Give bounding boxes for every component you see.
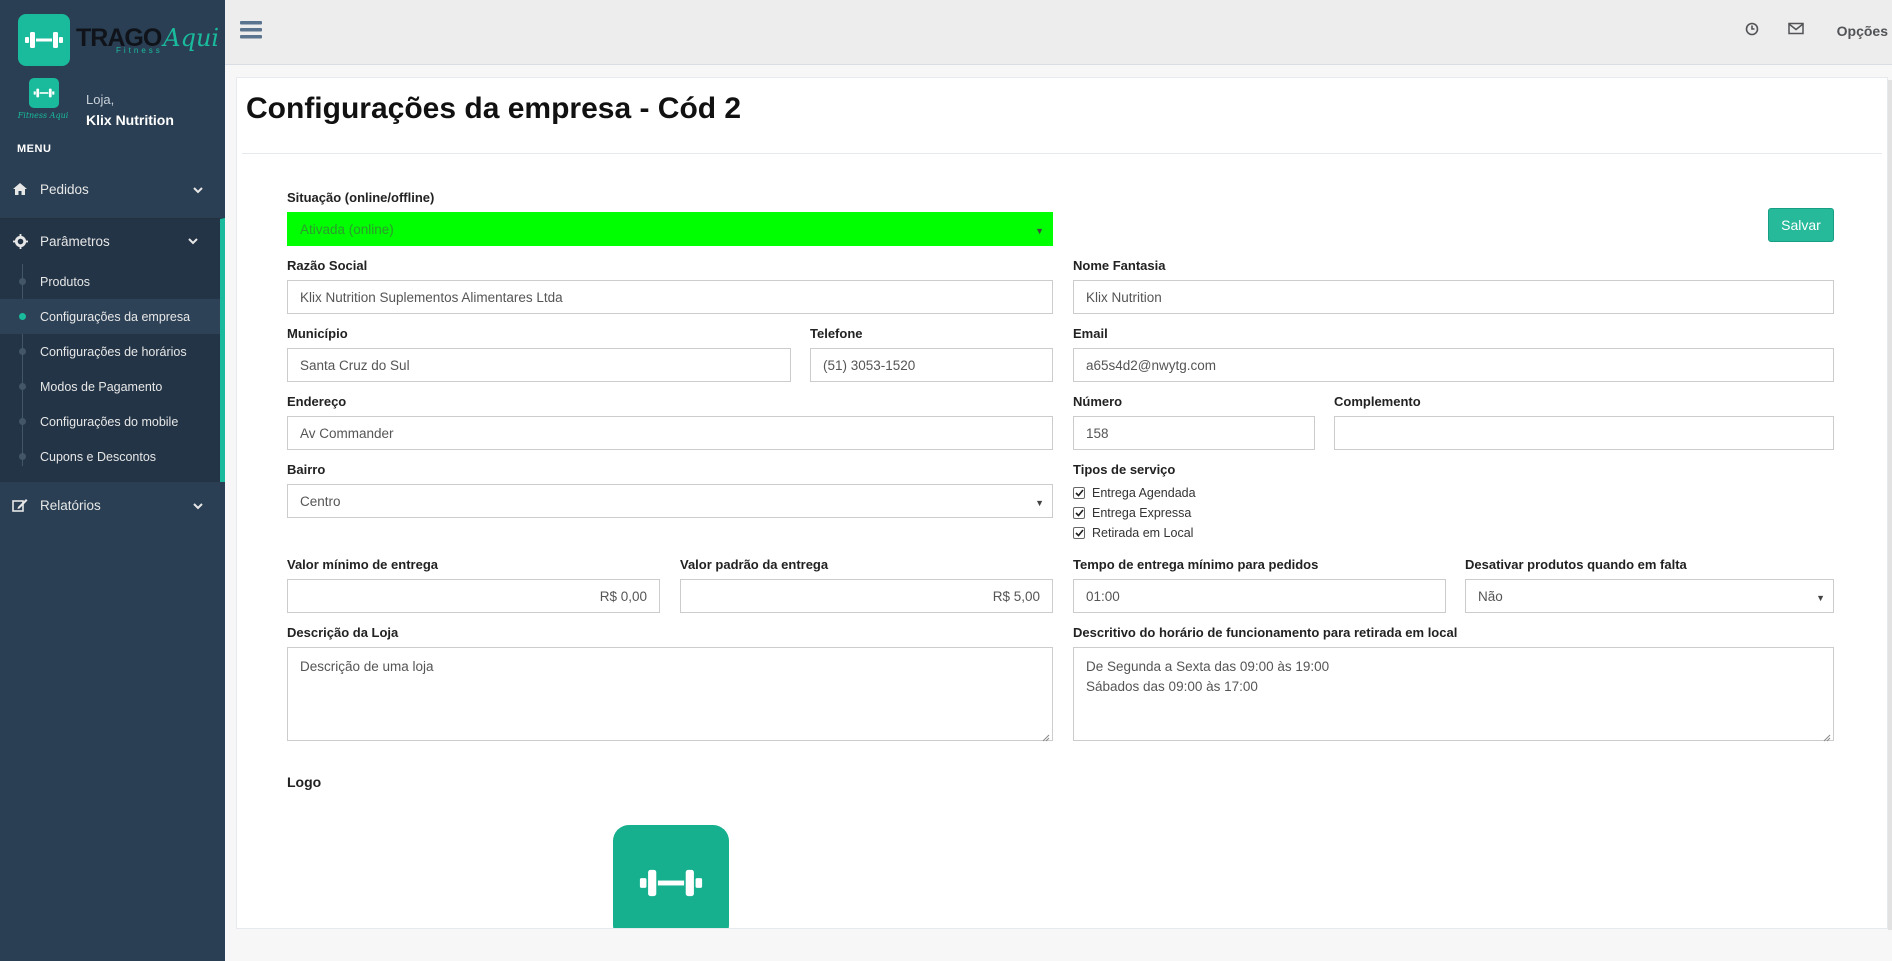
razao-social-field[interactable]: Klix Nutrition Suplementos Alimentares L… <box>287 280 1053 314</box>
avatar: Fitness Aqui <box>12 78 74 132</box>
descricao-loja-textarea[interactable]: Descrição de uma loja <box>287 647 1053 742</box>
desativar-produtos-select[interactable]: Não ▼ <box>1465 579 1834 613</box>
complemento-label: Complemento <box>1334 394 1421 409</box>
checkbox-label: Entrega Expressa <box>1092 506 1192 520</box>
envelope-icon[interactable] <box>1788 22 1804 38</box>
top-bar: Opções <box>225 0 1892 65</box>
sidebar-subitem-modos-pagamento[interactable]: Modos de Pagamento <box>0 369 220 404</box>
descritivo-horario-line: Sábados das 09:00 às 17:00 <box>1086 679 1258 694</box>
sidebar-subitem-cupons-descontos[interactable]: Cupons e Descontos <box>0 439 220 474</box>
situacao-select[interactable]: Ativada (online) ▼ <box>287 212 1053 246</box>
descritivo-horario-textarea[interactable]: De Segunda a Sexta das 09:00 às 19:00 Sá… <box>1073 647 1834 742</box>
endereco-field[interactable]: Av Commander <box>287 416 1053 450</box>
sidebar-group-parametros: Parâmetros Produtos Configurações da emp… <box>0 218 225 482</box>
main-panel: Configurações da empresa - Cód 2 Situaçã… <box>236 77 1888 929</box>
sidebar-subitem-configuracoes-mobile[interactable]: Configurações do mobile <box>0 404 220 439</box>
telefone-label: Telefone <box>810 326 863 341</box>
sidebar-subitem-configuracoes-empresa[interactable]: Configurações da empresa <box>0 299 220 334</box>
complemento-field[interactable] <box>1334 416 1834 450</box>
scrollbar[interactable] <box>1888 80 1892 930</box>
logo-label: Logo <box>287 774 322 790</box>
dumbbell-icon <box>18 14 70 66</box>
nome-fantasia-field[interactable]: Klix Nutrition <box>1073 280 1834 314</box>
checkbox-label: Retirada em Local <box>1092 526 1194 540</box>
avatar-caption: Fitness Aqui <box>17 111 69 120</box>
tempo-entrega-field[interactable]: 01:00 <box>1073 579 1446 613</box>
checkbox-checked-icon[interactable] <box>1073 507 1085 519</box>
edit-icon <box>10 497 30 513</box>
valor-padrao-field[interactable]: R$ 5,00 <box>680 579 1053 613</box>
brand-script: Aqui <box>163 23 220 52</box>
side-nav: Pedidos Parâmetros Produtos Configuraçõe… <box>0 168 225 526</box>
municipio-label: Município <box>287 326 348 341</box>
checkbox-checked-icon[interactable] <box>1073 487 1085 499</box>
brand-logo[interactable]: TRAGOAqui Fitness <box>18 14 219 66</box>
bairro-select[interactable]: Centro ▼ <box>287 484 1053 518</box>
caret-down-icon: ▼ <box>1035 226 1044 236</box>
menu-toggle-icon[interactable] <box>240 20 262 43</box>
checkbox-entrega-agendada[interactable]: Entrega Agendada <box>1073 484 1196 502</box>
descricao-loja-label: Descrição da Loja <box>287 625 399 640</box>
home-icon <box>10 181 30 197</box>
valor-padrao-label: Valor padrão da entrega <box>680 557 829 572</box>
email-label: Email <box>1073 326 1108 341</box>
sidebar-item-parametros[interactable]: Parâmetros <box>0 219 220 264</box>
numero-field[interactable]: 158 <box>1073 416 1315 450</box>
checkbox-label: Entrega Agendada <box>1092 486 1196 500</box>
desativar-produtos-label: Desativar produtos quando em falta <box>1465 557 1687 572</box>
municipio-field[interactable]: Santa Cruz do Sul <box>287 348 791 382</box>
page-title: Configurações da empresa - Cód 2 <box>246 92 742 125</box>
valor-minimo-label: Valor mínimo de entrega <box>287 557 438 572</box>
sidebar-item-label: Parâmetros <box>40 234 110 249</box>
checkbox-checked-icon[interactable] <box>1073 527 1085 539</box>
save-button[interactable]: Salvar <box>1768 208 1834 242</box>
checkbox-retirada-local[interactable]: Retirada em Local <box>1073 524 1193 542</box>
tipos-servico-label: Tipos de serviço <box>1073 462 1176 477</box>
chevron-down-icon <box>193 498 203 513</box>
sidebar-item-relatorios[interactable]: Relatórios <box>0 484 225 526</box>
profile-name: Klix Nutrition <box>86 112 174 128</box>
tempo-entrega-label: Tempo de entrega mínimo para pedidos <box>1073 557 1319 572</box>
sidebar-item-label: Pedidos <box>40 181 89 197</box>
email-field[interactable]: a65s4d2@nwytg.com <box>1073 348 1834 382</box>
situacao-value: Ativada (online) <box>300 221 394 237</box>
descricao-loja-value: Descrição de uma loja <box>300 659 434 674</box>
resize-handle-icon[interactable] <box>1821 728 1831 742</box>
divider <box>242 153 1882 154</box>
menu-title: MENU <box>17 143 52 155</box>
bairro-value: Centro <box>300 493 341 509</box>
store-logo-image[interactable] <box>613 825 729 928</box>
profile-greeting: Loja, <box>86 92 115 107</box>
situacao-label: Situação (online/offline) <box>287 190 435 205</box>
checkbox-entrega-expressa[interactable]: Entrega Expressa <box>1073 504 1191 522</box>
sidebar-subitem-configuracoes-horarios[interactable]: Configurações de horários <box>0 334 220 369</box>
profile: Fitness Aqui Loja, Klix Nutrition <box>12 78 174 132</box>
chevron-down-icon <box>188 233 198 248</box>
nome-fantasia-label: Nome Fantasia <box>1073 258 1166 273</box>
razao-social-label: Razão Social <box>287 258 368 273</box>
sidebar-subitem-produtos[interactable]: Produtos <box>0 264 220 299</box>
dumbbell-icon <box>29 78 59 108</box>
sidebar: TRAGOAqui Fitness Fitness Aqui Loja, Kli… <box>0 0 225 961</box>
sub-menu-parametros: Produtos Configurações da empresa Config… <box>0 264 220 482</box>
bairro-label: Bairro <box>287 462 326 477</box>
gear-icon <box>10 234 30 250</box>
caret-down-icon: ▼ <box>1816 593 1825 603</box>
options-menu[interactable]: Opções <box>1837 23 1888 39</box>
page-footer-area <box>225 929 1892 961</box>
valor-minimo-field[interactable]: R$ 0,00 <box>287 579 660 613</box>
numero-label: Número <box>1073 394 1123 409</box>
descritivo-horario-line: De Segunda a Sexta das 09:00 às 19:00 <box>1086 659 1330 674</box>
descritivo-horario-label: Descritivo do horário de funcionamento p… <box>1073 625 1458 640</box>
clock-icon[interactable] <box>1745 22 1759 39</box>
desativar-produtos-value: Não <box>1478 588 1503 604</box>
sidebar-item-label: Relatórios <box>40 497 101 513</box>
resize-handle-icon[interactable] <box>1040 728 1050 742</box>
chevron-down-icon <box>193 182 203 197</box>
telefone-field[interactable]: (51) 3053-1520 <box>810 348 1053 382</box>
sidebar-item-pedidos[interactable]: Pedidos <box>0 168 225 210</box>
caret-down-icon: ▼ <box>1035 498 1044 508</box>
endereco-label: Endereço <box>287 394 347 409</box>
